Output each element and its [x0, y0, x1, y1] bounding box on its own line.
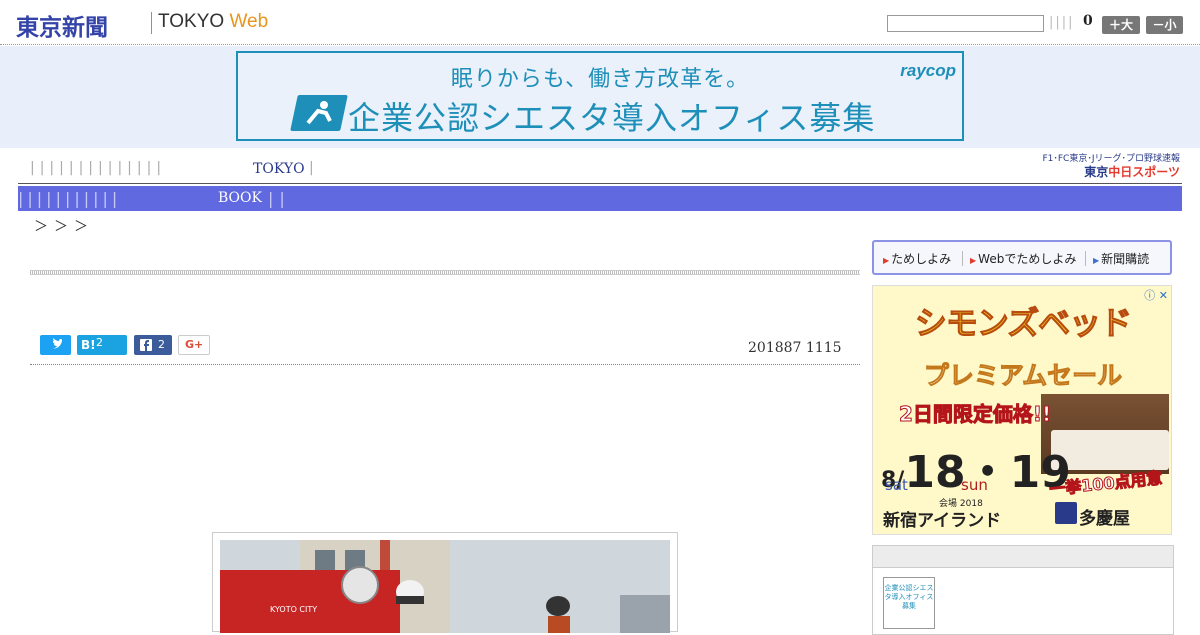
sidebar-ad-dow1: sat [885, 476, 908, 494]
triangle-right-icon: ▶ [1093, 256, 1100, 265]
sidebar-ad-title: シモンズベッド [914, 304, 1132, 343]
article-date: 201887 1115 [748, 340, 842, 356]
top-ad-band: 眠りからも、働き方改革を。 raycop 企業公認シエスタ導入オフィス募集 [0, 46, 1200, 148]
breadcrumb[interactable]: ＞＞＞ [34, 216, 94, 236]
sports-logo-highlight: 中日スポーツ [1108, 165, 1180, 179]
sports-tagline: F1･FC東京･Jリーグ･プロ野球速報 [1042, 154, 1180, 164]
logo-divider [151, 12, 152, 34]
top-bar: 東京新聞 TOKYO Web |||| 0 ＋大 －小 [0, 0, 1200, 45]
tab-web-tameshiyomi[interactable]: ▶ Webでためしよみ [970, 250, 1076, 267]
font-size-down-button[interactable]: －小 [1146, 16, 1183, 34]
hatena-count: 2 [96, 336, 103, 349]
chunichi-sports-link[interactable]: F1･FC東京･Jリーグ･プロ野球速報 東京中日スポーツ [1025, 153, 1180, 180]
hatena-icon: B! [81, 338, 96, 352]
title-rule [30, 270, 860, 275]
tokyo-web-logo[interactable]: TOKYO Web [158, 11, 268, 33]
sidebar-box: 企業公認シエスタ導入オフィス募集 [872, 545, 1174, 635]
font-size-up-button[interactable]: ＋大 [1102, 16, 1140, 34]
facebook-icon [139, 335, 152, 355]
triangle-right-icon: ▶ [883, 256, 890, 265]
nav-divider [18, 183, 1182, 184]
tab-divider [962, 251, 963, 266]
article-photo[interactable]: KYOTO CITY [220, 540, 670, 633]
top-ad-banner[interactable]: 眠りからも、働き方改革を。 raycop 企業公認シエスタ導入オフィス募集 [236, 51, 964, 141]
tab-divider [1085, 251, 1086, 266]
svg-text:KYOTO CITY: KYOTO CITY [270, 605, 317, 614]
ad-close-icon[interactable]: ⓘ ✕ [1144, 287, 1168, 303]
sidebar-box-header [873, 546, 1173, 568]
header-count: 0 [1083, 13, 1093, 29]
sidebar-ad-subtitle: プレミアムセール [923, 361, 1123, 391]
logo-web-text: Web [229, 11, 269, 32]
twitter-share-button[interactable] [40, 335, 71, 355]
date-rule [30, 364, 860, 365]
tab-subscribe[interactable]: ▶ 新聞購読 [1093, 250, 1149, 267]
google-plus-icon: G+ [185, 338, 204, 351]
store-logo-icon [1055, 502, 1077, 524]
nav-separator: | [309, 160, 314, 176]
google-plus-button[interactable]: G+ [178, 335, 210, 355]
twitter-icon [49, 335, 62, 355]
sports-logo: 東京中日スポーツ [1025, 165, 1180, 180]
sidebar-tabs: ▶ ためしよみ ▶ Webでためしよみ ▶ 新聞購読 [872, 240, 1172, 275]
sub-nav-separators: ||||||||||| [18, 189, 122, 208]
triangle-right-icon: ▶ [970, 256, 977, 265]
sub-nav-bar: ||||||||||| BOOK || [18, 186, 1182, 211]
siesta-ad-thumbnail[interactable]: 企業公認シエスタ導入オフィス募集 [883, 577, 935, 629]
hatena-bookmark-button[interactable]: B! 2 [77, 335, 127, 355]
tab-label: ためしよみ [891, 252, 952, 266]
header-separators: |||| [1049, 15, 1075, 30]
logo-tokyo-text: TOKYO [158, 11, 225, 32]
article-photo-frame: KYOTO CITY [212, 532, 678, 633]
main-nav-separators: |||||||||||||| [30, 160, 167, 176]
search-input[interactable] [887, 15, 1044, 32]
sidebar-ad-dow2: sun [961, 476, 988, 494]
nav-item-tokyo[interactable]: TOKYO [253, 161, 305, 177]
sidebar-ad-store: 多慶屋 [1079, 509, 1130, 529]
sidebar-ad-venue: 新宿アイランド [883, 511, 1002, 531]
ad-brand-logo: raycop [900, 61, 956, 80]
siesta-icon [290, 95, 348, 131]
sub-nav-tail: || [268, 189, 291, 208]
ad-headline: 眠りからも、働き方改革を。 [450, 67, 750, 92]
sidebar-ad[interactable]: シモンズベッド プレミアムセール 2日間限定価格!! 8/18・19 sat s… [872, 285, 1172, 535]
tab-label: 新聞購読 [1101, 252, 1150, 266]
sports-logo-prefix: 東京 [1084, 165, 1109, 179]
tab-label: Webでためしよみ [978, 252, 1077, 266]
ad-subheadline: 企業公認シエスタ導入オフィス募集 [348, 99, 876, 137]
facebook-share-button[interactable]: 2 [134, 335, 172, 355]
tab-tameshiyomi[interactable]: ▶ ためしよみ [883, 250, 951, 267]
sidebar-ad-limited: 2日間限定価格!! [898, 402, 1052, 427]
facebook-count: 2 [158, 338, 165, 351]
sub-nav-item-book[interactable]: BOOK [218, 186, 262, 211]
site-logo[interactable]: 東京新聞 [16, 8, 108, 42]
